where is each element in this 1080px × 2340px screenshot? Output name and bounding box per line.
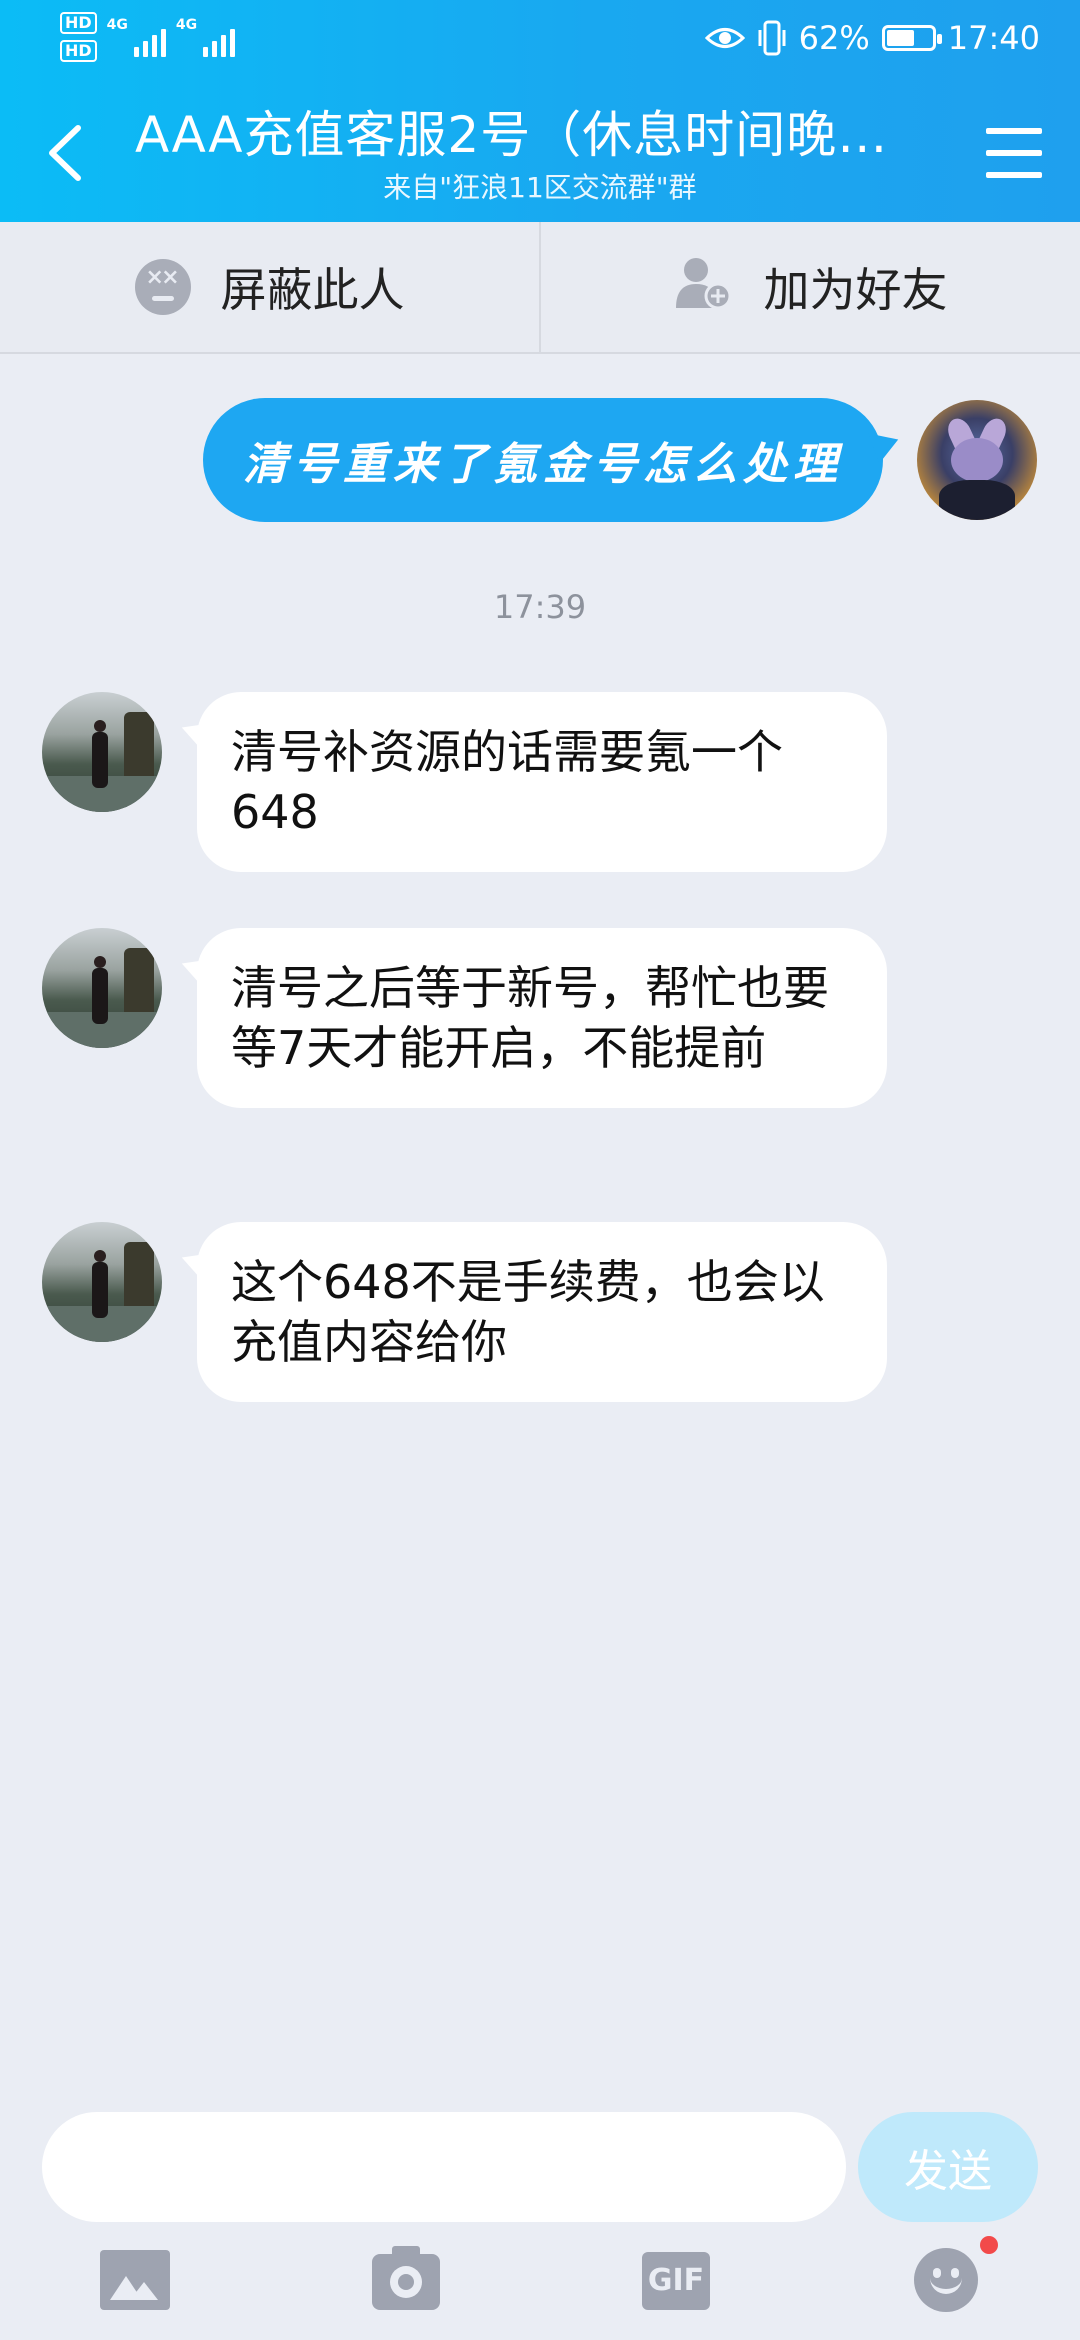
input-toolbar: GIF (0, 2240, 1080, 2330)
battery-percent: 62% (798, 19, 870, 57)
chat-title: AAA充值客服2号（休息时间晚上... (135, 106, 935, 164)
time-separator: 17:39 (493, 588, 587, 626)
sim-badges: HD HD (60, 12, 97, 62)
agent-avatar[interactable] (42, 692, 162, 812)
my-avatar[interactable] (917, 400, 1037, 520)
eye-comfort-icon (704, 23, 745, 53)
chat-subtitle: 来自"狂浪11区交流群"群 (383, 171, 697, 204)
menu-icon[interactable] (986, 128, 1042, 178)
incoming-message-text: 清号补资源的话需要氪一个648 (231, 725, 783, 839)
block-user-label: 屏蔽此人 (220, 263, 405, 317)
camera-icon[interactable] (372, 2254, 440, 2310)
signal-icon-sim2: 4G (175, 17, 236, 57)
add-friend-label: 加为好友 (763, 263, 948, 317)
header: HD HD 4G 4G 62% 17:40 AAA充值客服2号（休息时间晚上..… (0, 0, 1080, 222)
add-friend-button[interactable]: 加为好友 (539, 222, 1080, 352)
image-icon[interactable] (100, 2250, 170, 2310)
hd-badge-sim1: HD (60, 12, 97, 34)
send-button[interactable]: 发送 (858, 2112, 1038, 2222)
camera-icon-top (392, 2246, 420, 2256)
incoming-message-bubble[interactable]: 清号补资源的话需要氪一个648 (176, 692, 887, 872)
status-time: 17:40 (947, 19, 1040, 57)
outgoing-message-text: 清号重来了氪金号怎么处理 (243, 439, 843, 490)
incoming-message-bubble[interactable]: 清号之后等于新号，帮忙也要等7天才能开启，不能提前 (176, 928, 887, 1108)
message-input[interactable] (42, 2112, 846, 2222)
network-type-sim2: 4G (175, 17, 198, 33)
status-bar-left: HD HD 4G 4G (60, 12, 236, 62)
notification-dot (980, 2236, 998, 2254)
block-user-button[interactable]: 屏蔽此人 (0, 222, 539, 352)
network-type-sim1: 4G (106, 17, 128, 33)
signal-icon-sim1: 4G (107, 17, 166, 57)
status-bar-right: 62% 17:40 (704, 16, 1040, 60)
hd-badge-sim2: HD (60, 40, 97, 62)
incoming-message-text: 这个648不是手续费，也会以充值内容给你 (231, 1255, 825, 1369)
vibrate-icon (757, 20, 787, 56)
outgoing-message-bubble[interactable]: 清号重来了氪金号怎么处理 (203, 398, 904, 522)
add-friend-icon (674, 254, 734, 321)
incoming-message-bubble[interactable]: 这个648不是手续费，也会以充值内容给你 (176, 1222, 887, 1402)
chat-screen: HD HD 4G 4G 62% 17:40 AAA充值客服2号（休息时间晚上..… (0, 0, 1080, 2340)
battery-icon (881, 25, 942, 51)
incoming-message-text: 清号之后等于新号，帮忙也要等7天才能开启，不能提前 (231, 961, 829, 1075)
battery-fill (886, 30, 914, 46)
gif-icon[interactable]: GIF (642, 2252, 710, 2310)
stranger-action-bar: 屏蔽此人 加为好友 (0, 222, 1080, 354)
block-face-icon (134, 259, 191, 315)
emoji-icon[interactable] (914, 2248, 978, 2312)
agent-avatar[interactable] (42, 928, 162, 1048)
agent-avatar[interactable] (42, 1222, 162, 1342)
